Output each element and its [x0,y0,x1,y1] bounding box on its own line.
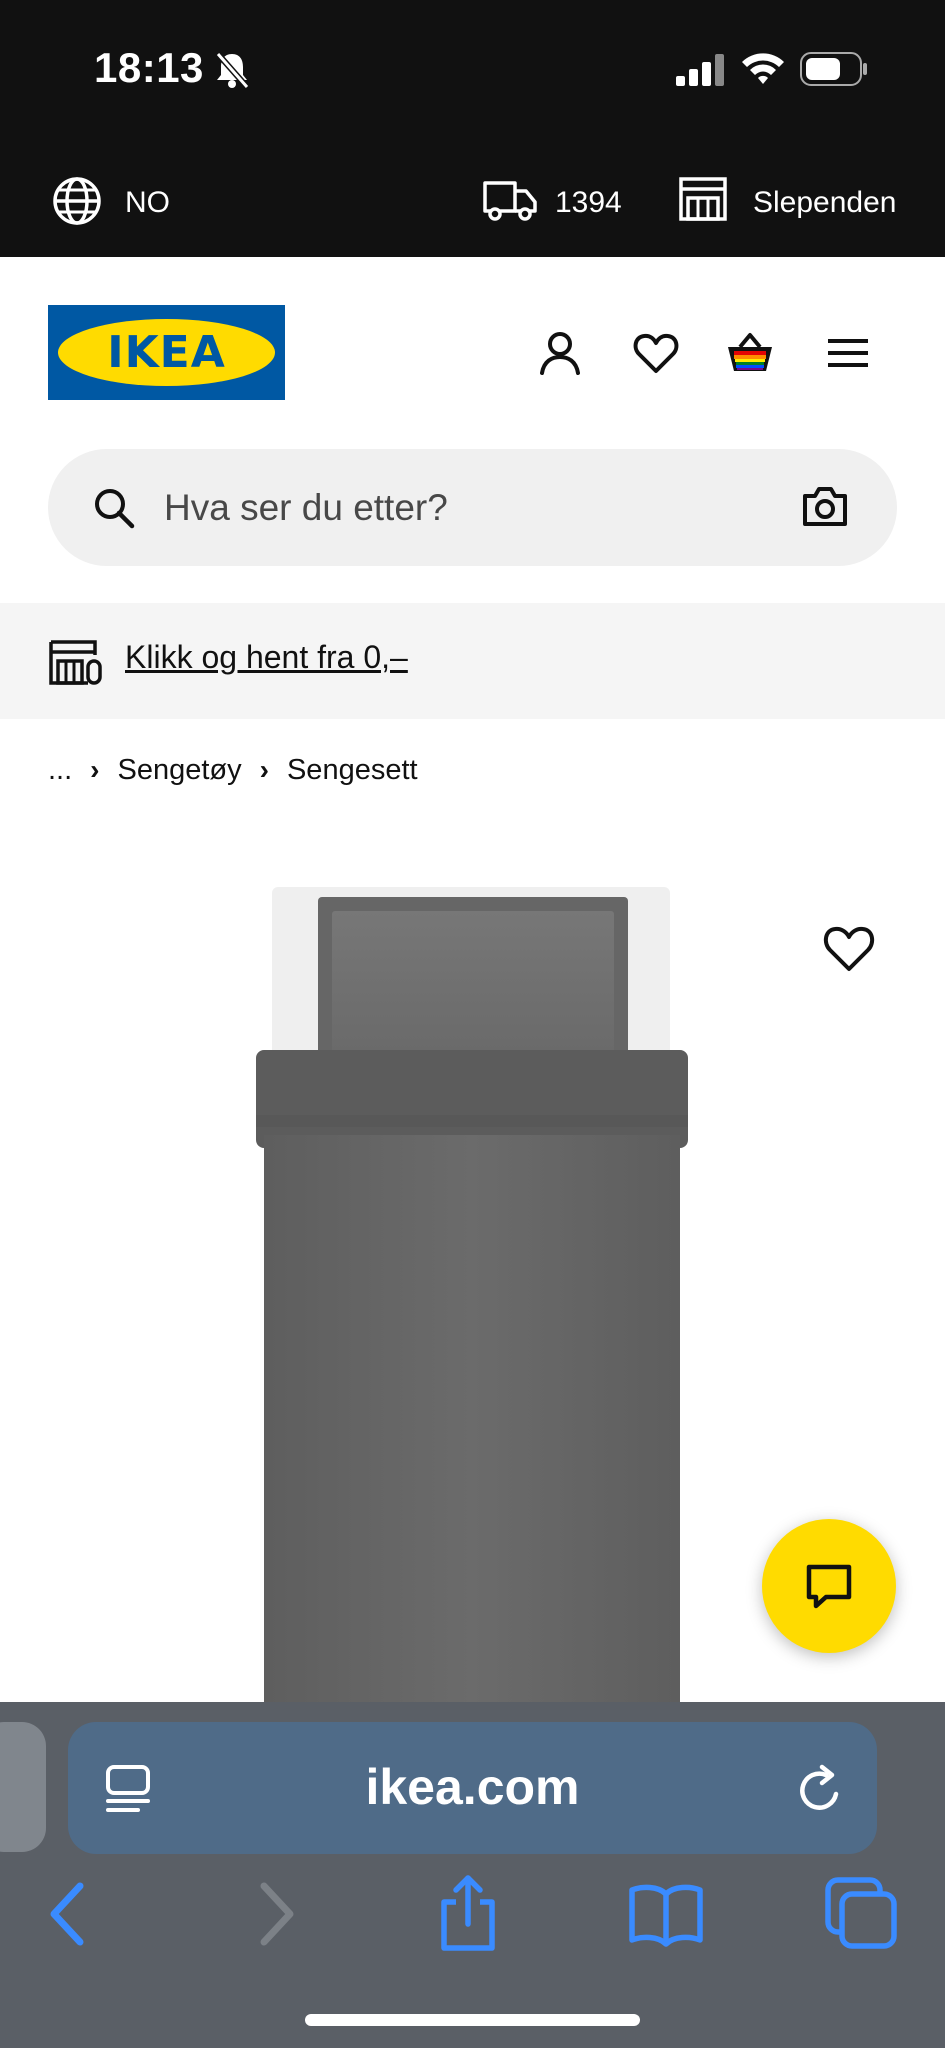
store-name[interactable]: Slependen [753,186,896,220]
wifi-icon [742,53,784,84]
chat-button[interactable] [762,1519,896,1653]
truck-icon[interactable] [482,177,538,223]
search-icon [95,489,135,529]
bell-slash-icon [215,52,250,89]
heart-icon[interactable] [632,329,680,377]
product-image[interactable] [240,865,700,1702]
chevron-right-icon: › [90,754,100,785]
status-time: 18:13 [94,44,204,91]
signal-icon [676,54,724,86]
battery-icon [800,52,867,86]
basket-icon[interactable] [726,329,774,377]
globe-icon[interactable] [52,176,102,226]
menu-icon[interactable] [824,329,872,377]
breadcrumb: ... › Sengetøy › Sengesett [48,750,418,790]
logo-text: IKEA [107,327,226,378]
ikea-logo[interactable]: IKEA [48,305,285,400]
heart-icon[interactable] [818,917,880,979]
click-collect-icon [49,640,102,685]
search-bar[interactable]: Hva ser du etter? [48,449,897,566]
breadcrumb-item-more[interactable]: ... [48,754,72,787]
home-indicator[interactable] [305,2014,640,2026]
logo-oval: IKEA [58,319,275,386]
chevron-right-icon: › [259,754,269,785]
promo-link[interactable]: Klikk og hent fra 0,– [125,639,408,676]
store-icon[interactable] [678,176,728,222]
search-input[interactable]: Hva ser du etter? [164,487,448,529]
address-bar[interactable]: ikea.com [68,1722,877,1854]
utility-bar: NO 1394 Slependen [0,140,945,257]
previous-tab-preview[interactable] [0,1722,46,1852]
breadcrumb-item-sengesett[interactable]: Sengesett [287,754,418,787]
reload-icon[interactable] [796,1764,846,1816]
tabs-icon[interactable] [822,1874,902,1954]
back-icon[interactable] [30,1874,110,1954]
promo-banner: Klikk og hent fra 0,– [0,603,945,719]
language-selector[interactable]: NO [125,186,170,220]
site-header: IKEA Hva ser du etter? [0,257,945,602]
status-bar: 18:13 [0,0,945,140]
camera-icon[interactable] [802,485,848,527]
breadcrumb-item-sengetoy[interactable]: Sengetøy [118,754,242,787]
browser-toolbar: ikea.com [0,1702,945,2048]
profile-icon[interactable] [536,329,584,377]
postal-code[interactable]: 1394 [555,186,622,220]
bookmarks-icon[interactable] [626,1874,706,1954]
forward-icon[interactable] [234,1874,314,1954]
url-text[interactable]: ikea.com [68,1758,877,1816]
chat-bubble-icon [806,1564,852,1609]
share-icon[interactable] [428,1874,508,1954]
